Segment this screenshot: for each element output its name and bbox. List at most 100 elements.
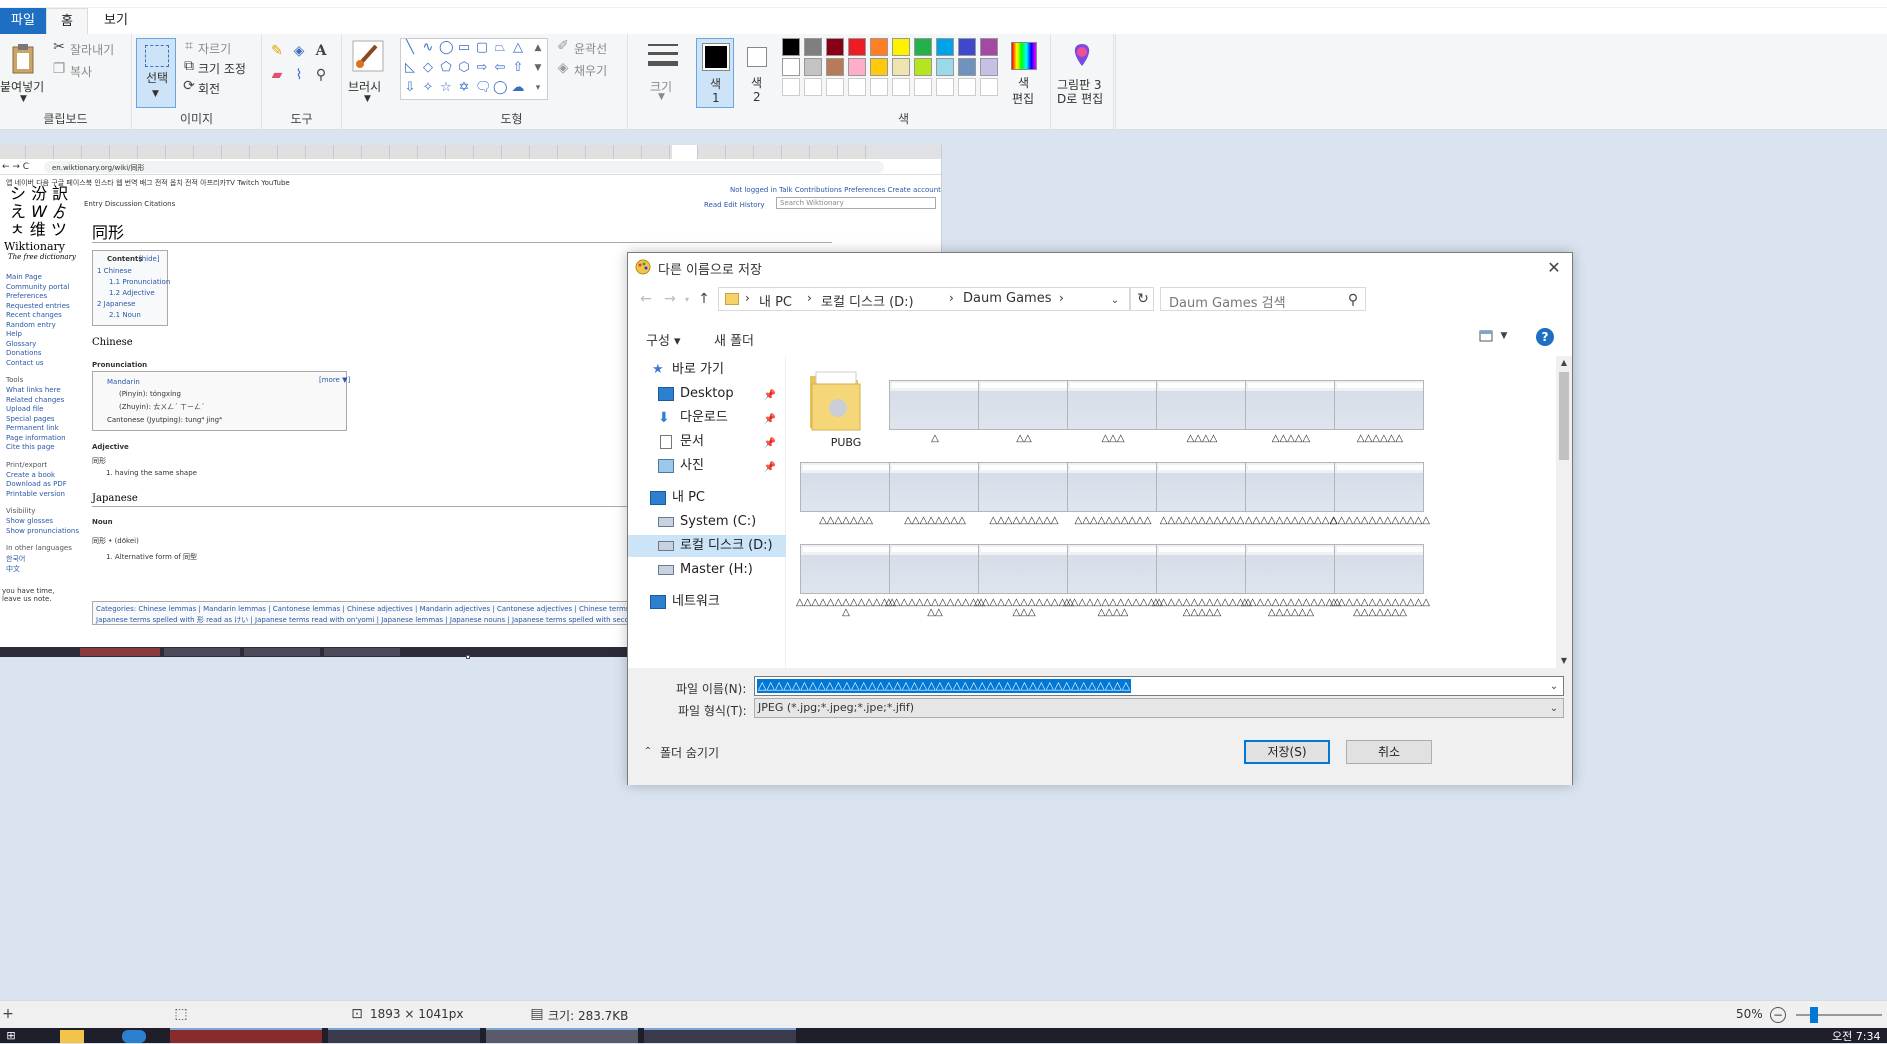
wiktionary-sidebar-link[interactable]: Preferences — [6, 292, 47, 300]
wiktionary-sidebar-link[interactable]: Help — [6, 330, 22, 338]
help-icon[interactable]: ? — [1536, 328, 1554, 346]
line-shape-icon[interactable]: ╲ — [403, 41, 417, 55]
file-item[interactable]: △△△△△△△△△△△△△△△△△△ — [1152, 530, 1252, 618]
organize-button[interactable]: 구성 ▾ — [646, 330, 681, 349]
close-icon[interactable]: ✕ — [1540, 255, 1568, 279]
file-item[interactable]: △△△△△△△△△△ — [1063, 448, 1159, 528]
wiktionary-view-tabs[interactable]: Read Edit History — [704, 201, 765, 209]
select-button[interactable]: 선택 ▼ — [136, 38, 176, 108]
breadcrumb-chevron-icon[interactable]: › — [1059, 291, 1064, 305]
file-item[interactable]: △△△△ — [1152, 366, 1248, 446]
palette-swatch[interactable] — [914, 58, 932, 76]
shapes-scroll-up-icon[interactable]: ▲ — [531, 41, 545, 55]
file-item[interactable]: △△△△△△△△△△△△△△△△△△△△ — [1330, 530, 1430, 618]
view-options-icon[interactable] — [1478, 329, 1494, 343]
palette-swatch[interactable] — [848, 78, 866, 96]
file-item[interactable]: PUBG — [796, 366, 892, 448]
new-folder-button[interactable]: 새 폴더 — [714, 330, 754, 349]
filename-dropdown-icon[interactable]: ⌄ — [1547, 679, 1561, 693]
address-dropdown-icon[interactable]: ⌄ — [1107, 292, 1123, 308]
toc-item[interactable]: 1.2 Adjective — [109, 289, 155, 297]
five-star-shape-icon[interactable]: ☆ — [439, 81, 453, 95]
palette-swatch[interactable] — [936, 78, 954, 96]
file-item[interactable]: △△△△△△△△△△△△△△△ — [885, 530, 985, 618]
categories-line-2[interactable]: Japanese terms spelled with 形 read as けい… — [96, 615, 667, 625]
breadcrumb-item[interactable]: 내 PC — [759, 291, 792, 310]
canvas-resize-handle[interactable] — [466, 655, 470, 659]
pencil-icon[interactable]: ✎ — [268, 42, 286, 60]
shapes-more-icon[interactable]: ▾ — [531, 81, 545, 95]
down-arrow-shape-icon[interactable]: ⇩ — [403, 81, 417, 95]
pin-icon[interactable]: 📌 — [764, 457, 776, 479]
four-star-shape-icon[interactable]: ✧ — [421, 81, 435, 95]
browser-icon[interactable] — [122, 1030, 146, 1043]
wiktionary-sidebar-link[interactable]: Permanent link — [6, 424, 59, 432]
paste-icon[interactable] — [8, 40, 38, 76]
rotate-button[interactable]: 회전 — [198, 80, 220, 97]
wiktionary-sidebar-link[interactable]: Download as PDF — [6, 480, 67, 488]
hexagon-shape-icon[interactable]: ⬡ — [457, 61, 471, 75]
taskbar-app-1[interactable] — [170, 1028, 322, 1043]
file-item[interactable]: △△△△△△△△△△△△△△△△ — [974, 530, 1074, 618]
color-picker-icon[interactable]: ⌇ — [290, 66, 308, 84]
curve-shape-icon[interactable]: ∿ — [421, 41, 435, 55]
palette-swatch[interactable] — [958, 58, 976, 76]
color2-button[interactable]: 색 2 — [740, 38, 774, 108]
nav-documents[interactable]: 문서 📌 — [628, 431, 786, 453]
search-input[interactable]: Daum Games 검색 ⚲ — [1160, 287, 1366, 311]
palette-swatch[interactable] — [958, 38, 976, 56]
toc-item[interactable]: 2 Japanese — [97, 300, 135, 308]
wiktionary-sidebar-link[interactable]: Glossary — [6, 340, 36, 348]
wiktionary-sidebar-link[interactable]: Show pronunciations — [6, 527, 79, 535]
file-item[interactable]: △△△△△△△△△△△△△△ — [796, 530, 896, 618]
outline-button[interactable]: 윤곽선 — [574, 40, 607, 57]
hide-folders-button[interactable]: ⌃ 폴더 숨기기 — [638, 742, 738, 762]
callout-cloud-shape-icon[interactable]: ☁ — [511, 81, 525, 95]
filename-input[interactable]: △△△△△△△△△△△△△△△△△△△△△△△△△△△△△△△△△△△△△△△△… — [754, 676, 1564, 696]
mandarin-link[interactable]: Mandarin — [107, 378, 140, 386]
palette-swatch[interactable] — [848, 58, 866, 76]
zoom-slider-thumb[interactable] — [1810, 1007, 1818, 1023]
magnifier-icon[interactable]: ⚲ — [312, 66, 330, 84]
file-item[interactable]: △△△△△△△△△△△△ — [1241, 448, 1337, 528]
palette-swatch[interactable] — [804, 78, 822, 96]
wiktionary-sidebar-link[interactable]: Special pages — [6, 415, 55, 423]
shapes-gallery[interactable]: ╲ ∿ ◯ ▭ ▢ ⏢ △ ◺ ◇ ⬠ ⬡ ⇨ ⇦ ⇧ ⇩ ✧ ☆ ✡ 🗨 ◯ … — [400, 38, 548, 100]
wiktionary-sidebar-link[interactable]: Page information — [6, 434, 66, 442]
breadcrumb-item[interactable]: Daum Games — [963, 291, 1052, 306]
breadcrumb-chevron-icon[interactable]: › — [807, 291, 812, 305]
taskbar-app-4[interactable] — [644, 1028, 796, 1043]
size-dropdown-icon[interactable]: ▼ — [658, 92, 665, 102]
wiktionary-sidebar-link[interactable]: Main Page — [6, 273, 42, 281]
palette-swatch[interactable] — [914, 38, 932, 56]
file-item[interactable]: △△△△△△△△△ — [974, 448, 1070, 528]
file-item[interactable]: △ — [885, 366, 981, 446]
select-dropdown-icon[interactable]: ▼ — [152, 89, 159, 99]
recent-locations-icon[interactable]: ▾ — [682, 293, 692, 305]
paste-dropdown-icon[interactable]: ▼ — [20, 94, 27, 104]
forward-arrow-icon[interactable]: → — [662, 291, 678, 307]
wiktionary-top-links[interactable]: Not logged in Talk Contributions Prefere… — [730, 186, 941, 194]
palette-swatch[interactable] — [914, 78, 932, 96]
palette-swatch[interactable] — [936, 38, 954, 56]
tab-file[interactable]: 파일 — [0, 8, 46, 34]
refresh-button[interactable]: ↻ — [1130, 287, 1154, 311]
vertical-scrollbar[interactable]: ▲ ▼ — [1556, 356, 1572, 668]
brushes-button[interactable]: 브러시 — [348, 78, 381, 95]
cancel-button[interactable]: 취소 — [1346, 740, 1432, 764]
nav-pictures[interactable]: 사진 📌 — [628, 455, 786, 477]
breadcrumb-chevron-icon[interactable]: › — [949, 291, 954, 305]
resize-button[interactable]: 크기 조정 — [198, 60, 246, 77]
file-item[interactable]: △△△ — [1063, 366, 1159, 446]
view-dropdown-icon[interactable]: ▼ — [1498, 329, 1510, 343]
palette-swatch[interactable] — [870, 38, 888, 56]
wiktionary-sidebar-link[interactable]: Requested entries — [6, 302, 70, 310]
toc-item[interactable]: 2.1 Noun — [109, 311, 141, 319]
cut-button[interactable]: 잘라내기 — [70, 41, 114, 58]
toc-item[interactable]: 1.1 Pronunciation — [109, 278, 170, 286]
file-item[interactable]: △△△△△△△ — [796, 448, 892, 528]
breadcrumb-chevron-icon[interactable]: › — [745, 291, 750, 305]
wiktionary-sidebar-link[interactable]: Show glosses — [6, 517, 53, 525]
crop-button[interactable]: 자르기 — [198, 40, 231, 57]
palette-swatch[interactable] — [826, 58, 844, 76]
